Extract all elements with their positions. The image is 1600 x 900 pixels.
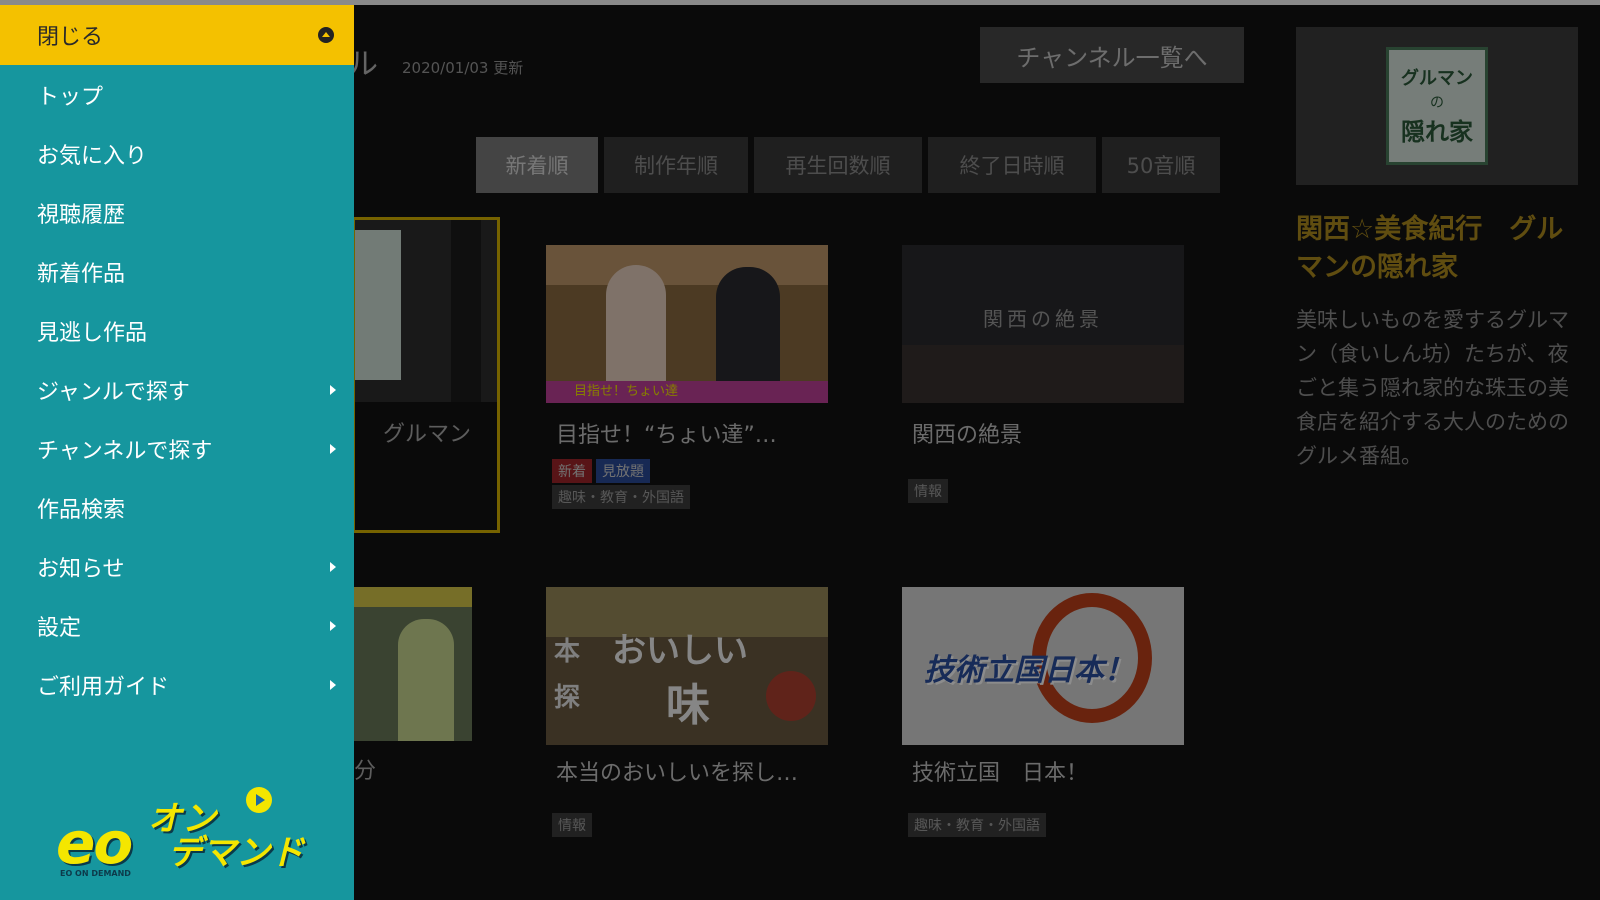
menu-list: トップ お気に入り 視聴履歴 新着作品 見逃し作品 ジャンルで探す チャンネルで…: [0, 65, 354, 714]
chevron-right-icon: [330, 385, 336, 395]
menu-item-genre[interactable]: ジャンルで探す: [0, 360, 354, 419]
menu-item-search[interactable]: 作品検索: [0, 478, 354, 537]
menu-item-label: 設定: [37, 615, 82, 641]
menu-item-history[interactable]: 視聴履歴: [0, 183, 354, 242]
menu-item-guide[interactable]: ご利用ガイド: [0, 655, 354, 714]
menu-item-label: お知らせ: [37, 556, 125, 582]
menu-item-channel[interactable]: チャンネルで探す: [0, 419, 354, 478]
chevron-right-icon: [330, 621, 336, 631]
side-menu: 閉じる トップ お気に入り 視聴履歴 新着作品 見逃し作品 ジャンルで探す チャ…: [0, 5, 354, 900]
menu-item-settings[interactable]: 設定: [0, 596, 354, 655]
menu-item-label: 作品検索: [37, 497, 126, 523]
logo-eo: eo: [56, 809, 133, 877]
menu-item-label: お気に入り: [37, 143, 148, 169]
menu-item-news[interactable]: お知らせ: [0, 537, 354, 596]
menu-item-catch-up[interactable]: 見逃し作品: [0, 301, 354, 360]
play-icon: [246, 787, 272, 813]
chevron-right-icon: [330, 562, 336, 572]
menu-item-label: チャンネルで探す: [37, 438, 213, 464]
menu-item-label: 視聴履歴: [37, 202, 126, 228]
menu-item-new-works[interactable]: 新着作品: [0, 242, 354, 301]
close-icon: [318, 27, 334, 43]
menu-item-label: ジャンルで探す: [37, 379, 190, 405]
chevron-right-icon: [330, 680, 336, 690]
menu-item-label: トップ: [37, 84, 104, 110]
chevron-right-icon: [330, 444, 336, 454]
menu-item-top[interactable]: トップ: [0, 65, 354, 124]
menu-close-button[interactable]: 閉じる: [0, 5, 354, 65]
menu-close-label: 閉じる: [37, 25, 104, 50]
app-screen: ル 2020/01/03 更新 チャンネル一覧へ 新着順 制作年順 再生回数順 …: [0, 0, 1600, 900]
logo-demand: デマンド: [168, 833, 304, 873]
menu-item-label: 新着作品: [37, 261, 126, 287]
logo-subtext: EO ON DEMAND: [60, 869, 131, 878]
menu-item-favorites[interactable]: お気に入り: [0, 124, 354, 183]
menu-item-label: 見逃し作品: [37, 320, 148, 346]
eo-on-demand-logo: eo オン デマンド EO ON DEMAND: [56, 787, 316, 885]
menu-item-label: ご利用ガイド: [37, 674, 170, 700]
